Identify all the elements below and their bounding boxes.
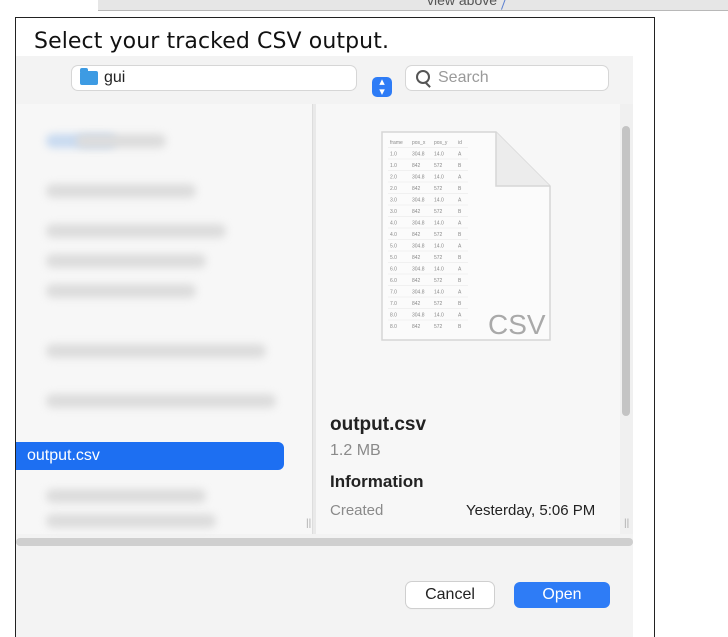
background-window-strip: view above	[98, 0, 728, 11]
thumbnail-cell: 572	[434, 209, 443, 215]
csv-file-icon: frame pos_x pos_y id1.0 304.8 14.0 A1.0 842 572 B…	[381, 131, 551, 341]
thumbnail-cell: 304.8	[412, 221, 425, 227]
thumbnail-header: id	[458, 140, 462, 146]
thumbnail-cell: 842	[412, 232, 421, 238]
thumbnail-cell: 4.0	[390, 232, 397, 238]
column-resize-grip[interactable]: ||	[624, 518, 629, 529]
thumbnail-header: frame	[390, 140, 403, 146]
folder-icon	[80, 68, 98, 85]
info-created-label: Created	[330, 502, 384, 519]
thumbnail-cell: 572	[434, 301, 443, 307]
cancel-button[interactable]: Cancel	[406, 582, 494, 608]
thumbnail-cell: 304.8	[412, 267, 425, 273]
thumbnail-cell: 14.0	[434, 221, 444, 227]
thumbnail-cell: 14.0	[434, 198, 444, 204]
thumbnail-cell: 14.0	[434, 313, 444, 319]
thumbnail-cell: 6.0	[390, 267, 397, 273]
thumbnail-cell: 8.0	[390, 324, 397, 330]
thumbnail-cell: 1.0	[390, 152, 397, 158]
thumbnail-cell: 572	[434, 324, 443, 330]
blurred-item[interactable]	[46, 344, 266, 358]
open-file-dialog: gui ▴ ▾ Search output.csv frame pos_x pos_y…	[16, 56, 633, 637]
thumbnail-cell: 572	[434, 255, 443, 261]
thumbnail-cell: 3.0	[390, 198, 397, 204]
thumbnail-cell: 842	[412, 186, 421, 192]
preview-file-name: output.csv	[330, 414, 427, 435]
blurred-item[interactable]	[46, 224, 226, 238]
thumbnail-cell: 304.8	[412, 152, 425, 158]
thumbnail-cell: 14.0	[434, 175, 444, 181]
thumbnail-cell: 842	[412, 278, 421, 284]
chevron-updown-icon[interactable]: ▴ ▾	[372, 77, 392, 98]
folder-label: gui	[104, 69, 126, 86]
thumbnail-cell: 2.0	[390, 186, 397, 192]
thumbnail-cell: 842	[412, 301, 421, 307]
thumbnail-cell: 6.0	[390, 278, 397, 284]
info-created-value: Yesterday, 5:06 PM	[466, 502, 596, 519]
preview-file-size: 1.2 MB	[330, 442, 381, 459]
folder-popup[interactable]: gui ▴ ▾	[72, 66, 392, 98]
thumbnail-cell: 842	[412, 255, 421, 261]
blurred-item[interactable]	[46, 284, 196, 298]
thumbnail-cell: 4.0	[390, 221, 397, 227]
thumbnail-cell: 3.0	[390, 209, 397, 215]
thumbnail-cell: 8.0	[390, 313, 397, 319]
search-field[interactable]: Search	[406, 66, 608, 90]
thumbnail-cell: 14.0	[434, 244, 444, 250]
thumbnail-cell: 7.0	[390, 290, 397, 296]
preview-pane: frame pos_x pos_y id 1.0 304.8 14.0 A 1.0 842 572 B…	[316, 104, 620, 534]
horizontal-scrollbar[interactable]	[16, 538, 633, 546]
blurred-item[interactable]	[46, 184, 196, 198]
blurred-item[interactable]	[46, 489, 206, 503]
blurred-item[interactable]	[46, 254, 206, 268]
background-text: view above	[427, 0, 498, 8]
thumbnail-cell: 304.8	[412, 313, 425, 319]
thumbnail-cell: 14.0	[434, 290, 444, 296]
open-button[interactable]: Open	[514, 582, 610, 608]
thumbnail-cell: 304.8	[412, 175, 425, 181]
thumbnail-cell: 14.0	[434, 267, 444, 273]
csv-badge: CSV	[488, 309, 546, 340]
info-heading: Information	[330, 472, 424, 491]
background-stroke	[500, 0, 507, 10]
thumbnail-cell: 572	[434, 278, 443, 284]
blurred-item[interactable]	[46, 514, 216, 528]
thumbnail-cell: 842	[412, 209, 421, 215]
thumbnail-cell: 2.0	[390, 175, 397, 181]
thumbnail-cell: 7.0	[390, 301, 397, 307]
thumbnail-cell: 1.0	[390, 163, 397, 169]
caption: Select your tracked CSV output.	[34, 29, 390, 54]
column-resize-grip[interactable]: ||	[306, 518, 311, 529]
blurred-item[interactable]	[76, 134, 166, 148]
thumbnail-header: pos_y	[434, 140, 448, 146]
thumbnail-cell: 572	[434, 232, 443, 238]
blurred-item[interactable]	[46, 394, 276, 408]
thumbnail-cell: 5.0	[390, 255, 397, 261]
scrollbar-thumb[interactable]	[622, 126, 630, 416]
thumbnail-cell: 842	[412, 324, 421, 330]
thumbnail-cell: 572	[434, 163, 443, 169]
thumbnail-cell: 842	[412, 163, 421, 169]
file-item-label: output.csv	[27, 447, 100, 464]
file-list-pane[interactable]: output.csv	[16, 104, 312, 534]
search-icon	[416, 70, 430, 84]
search-placeholder: Search	[438, 69, 489, 86]
thumbnail-cell: 5.0	[390, 244, 397, 250]
thumbnail-cell: 572	[434, 186, 443, 192]
file-item-selected[interactable]: output.csv	[16, 442, 284, 470]
thumbnail-cell: 304.8	[412, 244, 425, 250]
thumbnail-header: pos_x	[412, 140, 426, 146]
thumbnail-cell: 14.0	[434, 152, 444, 158]
thumbnail-cell: 304.8	[412, 198, 425, 204]
thumbnail-cell: 304.8	[412, 290, 425, 296]
